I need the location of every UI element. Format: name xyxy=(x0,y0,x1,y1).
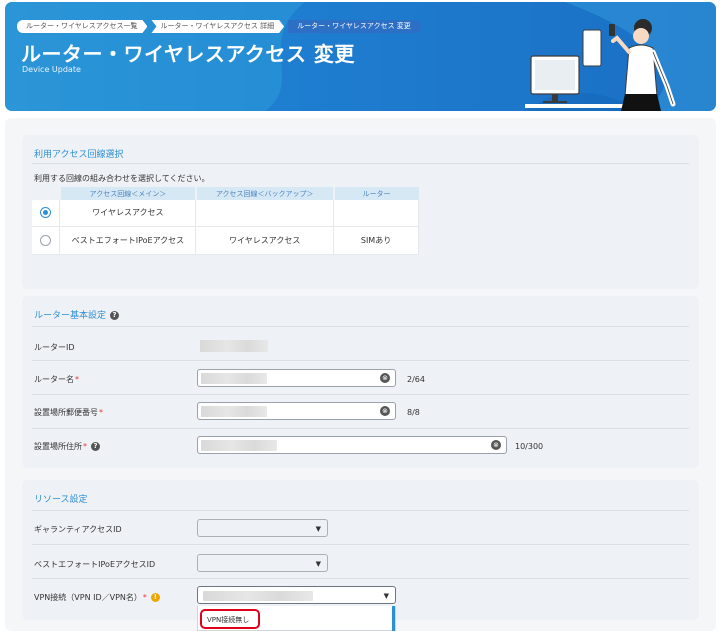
divider xyxy=(32,360,689,361)
radio-cell[interactable] xyxy=(32,200,61,227)
vpn-selected-value-masked xyxy=(203,591,313,601)
router-name-label: ルーター名* xyxy=(34,374,79,385)
chevron-down-icon: ▼ xyxy=(383,592,389,600)
table-row[interactable]: ワイヤレスアクセス xyxy=(32,200,419,227)
radio-unselected[interactable] xyxy=(40,234,52,246)
postal-code-label-text: 設置場所郵便番号 xyxy=(34,408,98,417)
router-name-value-masked xyxy=(201,373,267,384)
table-header-backup: アクセス回線＜バックアップ＞ xyxy=(195,187,335,200)
table-header-main: アクセス回線＜メイン＞ xyxy=(59,187,197,200)
vpn-option-none[interactable]: VPN接続無し xyxy=(200,609,260,629)
row-backup-line xyxy=(195,200,335,227)
breadcrumb-list-link[interactable]: ルーター・ワイヤレスアクセス一覧 xyxy=(17,20,147,33)
divider xyxy=(32,510,689,511)
table-header-row: アクセス回線＜メイン＞ アクセス回線＜バックアップ＞ ルーター xyxy=(32,187,419,200)
guaranty-access-id-select[interactable]: ▼ xyxy=(197,519,328,537)
address-label: 設置場所住所*? xyxy=(34,441,100,452)
router-name-label-text: ルーター名 xyxy=(34,375,74,384)
postal-code-input[interactable]: ⊗ xyxy=(197,402,396,420)
router-settings-title-text: ルーター基本設定 xyxy=(34,311,107,321)
besteffort-access-id-select[interactable]: ▼ xyxy=(197,554,328,572)
besteffort-access-id-label: ベストエフォートIPoEアクセスID xyxy=(34,560,156,569)
guaranty-access-id-label: ギャランティアクセスID xyxy=(34,525,122,534)
resource-settings-card: リソース設定 ギャランティアクセスID ▼ ベストエフォートIPoEアクセスID… xyxy=(22,480,699,620)
breadcrumb-detail-link[interactable]: ルーター・ワイヤレスアクセス 詳細 xyxy=(151,20,284,33)
router-id-label: ルーターID xyxy=(34,343,75,352)
postal-code-value-masked xyxy=(201,406,267,417)
clear-icon[interactable]: ⊗ xyxy=(380,406,390,416)
breadcrumb: ルーター・ワイヤレスアクセス一覧 ルーター・ワイヤレスアクセス 詳細 ルーター・… xyxy=(17,20,425,33)
vpn-connection-label: VPN接続（VPN ID／VPN名）*! xyxy=(34,592,160,603)
router-settings-title: ルーター基本設定? xyxy=(34,308,120,321)
line-selection-card: 利用アクセス回線選択 利用する回線の組み合わせを選択してください。 アクセス回線… xyxy=(22,135,699,289)
line-selection-instruction: 利用する回線の組み合わせを選択してください。 xyxy=(34,174,210,183)
router-name-char-count: 2/64 xyxy=(407,375,425,384)
table-header-router: ルーター xyxy=(333,187,419,200)
table-header-radio xyxy=(32,187,61,200)
resource-settings-title: リソース設定 xyxy=(34,495,88,505)
vpn-connection-select[interactable]: ▼ xyxy=(197,586,396,604)
clear-icon[interactable]: ⊗ xyxy=(380,373,390,383)
address-value-masked xyxy=(201,440,277,451)
postal-code-char-count: 8/8 xyxy=(407,408,420,417)
divider xyxy=(32,544,689,545)
page-title: ルーター・ワイヤレスアクセス 変更 xyxy=(21,42,355,66)
router-id-value-masked xyxy=(200,340,268,352)
breadcrumb-current: ルーター・ワイヤレスアクセス 変更 xyxy=(288,20,421,33)
required-mark: * xyxy=(83,442,87,451)
clear-icon[interactable]: ⊗ xyxy=(491,440,501,450)
page-subtitle: Device Update xyxy=(22,65,81,74)
chevron-down-icon: ▼ xyxy=(315,560,321,568)
radio-selected[interactable] xyxy=(40,207,52,219)
row-main-line: ワイヤレスアクセス xyxy=(59,200,197,227)
header-banner: ルーター・ワイヤレスアクセス一覧 ルーター・ワイヤレスアクセス 詳細 ルーター・… xyxy=(5,2,716,111)
address-char-count: 10/300 xyxy=(515,442,544,451)
line-combination-table: アクセス回線＜メイン＞ アクセス回線＜バックアップ＞ ルーター ワイヤレスアクセ… xyxy=(32,187,419,255)
divider xyxy=(32,428,689,429)
help-icon[interactable]: ? xyxy=(110,311,120,320)
required-mark: * xyxy=(99,408,103,417)
dropdown-scrollbar[interactable] xyxy=(392,606,395,631)
router-name-input[interactable]: ⊗ xyxy=(197,369,396,387)
row-main-line: ベストエフォートIPoEアクセス xyxy=(59,226,197,255)
vpn-option-none-label: VPN接続無し xyxy=(207,616,250,624)
address-input[interactable]: ⊗ xyxy=(197,436,507,454)
divider xyxy=(32,578,689,579)
address-label-text: 設置場所住所 xyxy=(34,442,82,451)
help-icon[interactable]: ? xyxy=(91,442,100,451)
vpn-connection-label-text: VPN接続（VPN ID／VPN名） xyxy=(34,593,142,602)
required-mark: * xyxy=(142,593,147,602)
warning-icon[interactable]: ! xyxy=(150,593,160,602)
divider xyxy=(32,163,689,164)
chevron-down-icon: ▼ xyxy=(315,525,321,533)
postal-code-label: 設置場所郵便番号* xyxy=(34,407,103,418)
divider xyxy=(32,394,689,395)
required-mark: * xyxy=(75,375,79,384)
table-row[interactable]: ベストエフォートIPoEアクセス ワイヤレスアクセス SIMあり xyxy=(32,226,419,255)
woman-with-phone-illustration xyxy=(525,19,676,111)
row-router: SIMあり xyxy=(333,226,419,255)
divider xyxy=(32,326,689,327)
row-router xyxy=(333,200,419,227)
vpn-dropdown-list: VPN接続無し xyxy=(197,606,396,631)
radio-cell[interactable] xyxy=(32,226,61,255)
router-settings-card: ルーター基本設定? ルーターID ルーター名* ⊗ 2/64 設置場所郵便番号*… xyxy=(22,296,699,468)
row-backup-line: ワイヤレスアクセス xyxy=(195,226,335,255)
line-selection-title: 利用アクセス回線選択 xyxy=(34,150,124,160)
